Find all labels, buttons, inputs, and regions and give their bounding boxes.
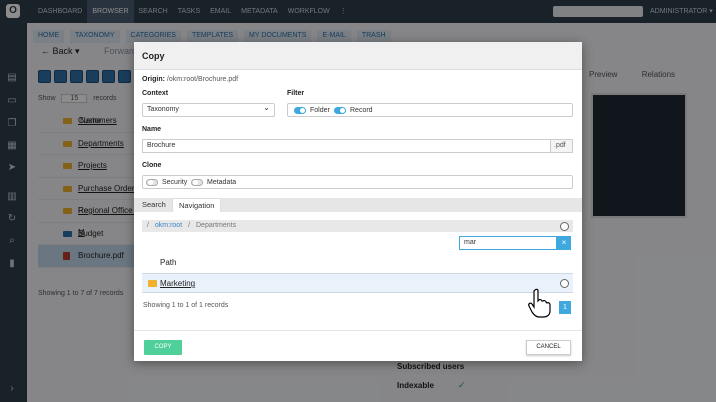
filter-group: Folder Record — [287, 103, 573, 117]
copy-button[interactable]: COPY — [144, 340, 182, 355]
hand-cursor-icon — [528, 288, 551, 318]
result-folder-link[interactable]: Marketing — [160, 279, 195, 288]
security-toggle-label: Security — [162, 179, 188, 186]
tab-search[interactable]: Search — [136, 198, 172, 212]
path-column-header: Path — [160, 258, 177, 267]
tab-navigation[interactable]: Navigation — [172, 198, 222, 212]
dialog-footer: COPY CANCEL — [134, 330, 582, 361]
table-row[interactable]: Marketing — [142, 273, 573, 293]
pagination-page-1[interactable]: 1 — [559, 301, 571, 314]
breadcrumb: / okm:root / Departments — [142, 220, 573, 232]
metadata-toggle[interactable] — [191, 179, 203, 186]
breadcrumb-separator: / — [188, 222, 191, 229]
origin-value: /okm:root/Brochure.pdf — [166, 76, 239, 83]
dialog-title: Copy — [142, 51, 165, 61]
context-select[interactable]: Taxonomy — [142, 102, 275, 117]
filter-label: Filter — [287, 90, 305, 97]
name-label: Name — [142, 126, 162, 133]
results-summary: Showing 1 to 1 of 1 records — [143, 302, 229, 309]
dialog-header: Copy — [134, 42, 582, 70]
breadcrumb-root-link[interactable]: okm:root — [155, 222, 182, 229]
origin-label: Origin: — [142, 76, 165, 83]
record-toggle[interactable] — [334, 107, 346, 114]
folder-filter-input[interactable]: mar — [459, 236, 557, 250]
folder-icon — [148, 280, 157, 287]
context-label: Context — [142, 90, 169, 97]
origin-line: Origin: /okm:root/Brochure.pdf — [142, 76, 238, 83]
clone-label: Clone — [142, 162, 162, 169]
select-current-radio[interactable] — [560, 222, 569, 231]
record-toggle-label: Record — [350, 107, 373, 114]
breadcrumb-separator: / — [147, 222, 149, 229]
cancel-button[interactable]: CANCEL — [526, 340, 571, 355]
copy-dialog: Copy Origin: /okm:root/Brochure.pdf Cont… — [134, 42, 582, 361]
metadata-toggle-label: Metadata — [207, 179, 237, 186]
clone-group: Security Metadata — [142, 175, 573, 189]
select-row-radio[interactable] — [560, 279, 569, 288]
name-input[interactable]: Brochure — [142, 139, 551, 153]
breadcrumb-current: Departments — [196, 222, 237, 229]
destination-tabs: Search Navigation — [134, 198, 582, 212]
extension-addon: .pdf — [551, 139, 573, 153]
folder-toggle-label: Folder — [310, 107, 330, 114]
clear-filter-button[interactable]: × — [557, 236, 571, 250]
security-toggle[interactable] — [146, 179, 158, 186]
folder-toggle[interactable] — [294, 107, 306, 114]
